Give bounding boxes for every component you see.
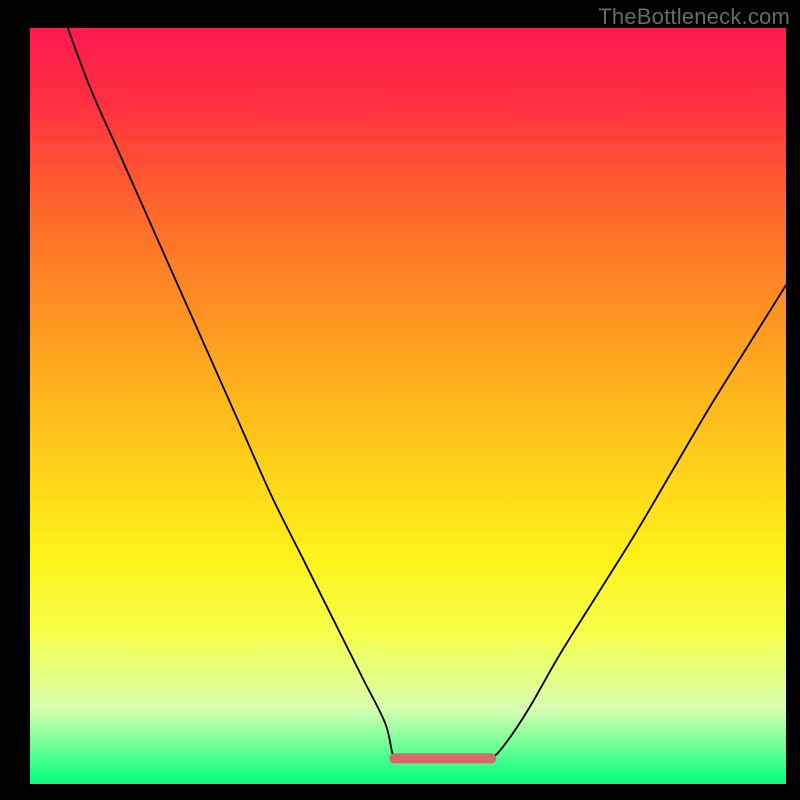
flat-segment-dot [486,753,496,763]
flat-segment-dot [409,753,419,763]
plot-area [30,28,786,784]
flat-segment-dot [428,753,438,763]
flat-segment-dot [389,753,399,763]
flat-segment-dot [467,753,477,763]
watermark-text: TheBottleneck.com [598,4,790,30]
flat-segment-dot [447,753,457,763]
gradient-background [30,28,786,784]
chart-svg [30,28,786,784]
chart-frame: TheBottleneck.com [0,0,800,800]
